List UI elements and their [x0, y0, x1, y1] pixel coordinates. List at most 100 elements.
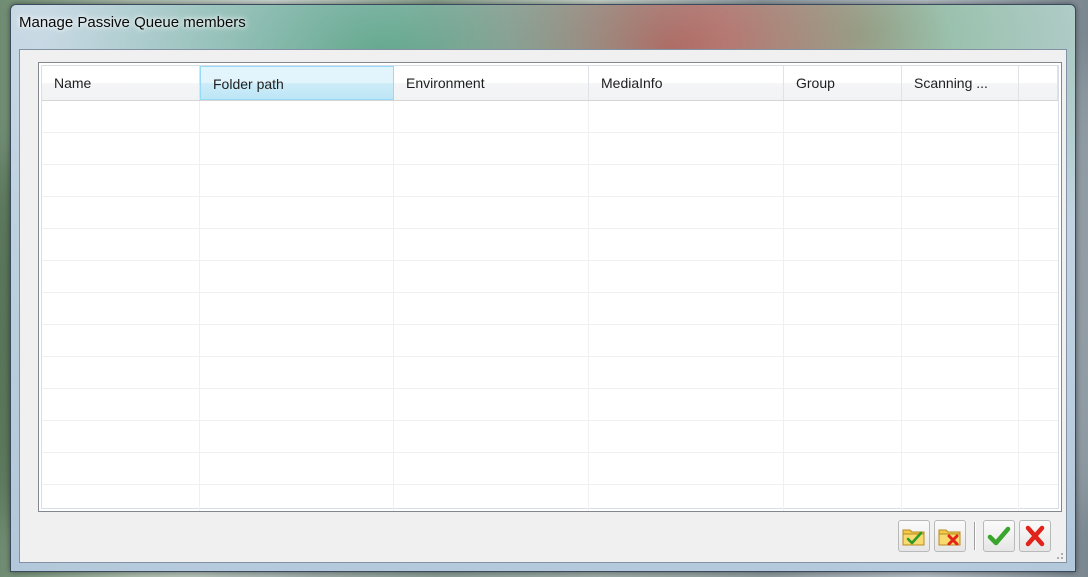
empty-grid-cell: [784, 421, 902, 452]
empty-grid-cell: [784, 389, 902, 420]
empty-grid-row: [42, 357, 1058, 389]
empty-grid-row: [42, 325, 1058, 357]
empty-grid-cell: [42, 357, 200, 388]
empty-grid-cell: [784, 197, 902, 228]
empty-grid-cell: [589, 293, 784, 324]
empty-grid-cell: [1019, 165, 1058, 196]
empty-grid-row: [42, 229, 1058, 261]
remove-folder-button[interactable]: [934, 520, 966, 552]
empty-grid-cell: [42, 229, 200, 260]
empty-grid-cell: [589, 453, 784, 484]
empty-grid-cell: [589, 165, 784, 196]
empty-grid-cell: [1019, 261, 1058, 292]
empty-grid-cell: [902, 485, 1019, 511]
empty-grid-cell: [200, 421, 394, 452]
empty-grid-cell: [902, 357, 1019, 388]
empty-grid-cell: [200, 325, 394, 356]
bottom-toolbar: [898, 520, 1055, 552]
empty-grid-cell: [589, 261, 784, 292]
toolbar-separator: [974, 522, 975, 550]
empty-grid-cell: [200, 453, 394, 484]
empty-grid-cell: [394, 389, 589, 420]
column-header-mediainfo[interactable]: MediaInfo: [589, 66, 784, 100]
empty-grid-cell: [902, 133, 1019, 164]
empty-grid-cell: [394, 133, 589, 164]
empty-grid-cell: [784, 357, 902, 388]
column-header-environment[interactable]: Environment: [394, 66, 589, 100]
empty-grid-cell: [1019, 485, 1058, 511]
empty-grid-cell: [42, 261, 200, 292]
empty-grid-cell: [200, 261, 394, 292]
cancel-button[interactable]: [1019, 520, 1051, 552]
empty-grid-cell: [394, 101, 589, 132]
empty-grid-cell: [42, 485, 200, 511]
empty-grid-row: [42, 389, 1058, 421]
empty-grid-row: [42, 453, 1058, 485]
empty-grid-cell: [1019, 229, 1058, 260]
empty-grid-cell: [394, 453, 589, 484]
empty-grid-cell: [42, 421, 200, 452]
empty-grid-cell: [394, 485, 589, 511]
empty-grid-cell: [200, 389, 394, 420]
column-header-folder-path[interactable]: Folder path: [200, 66, 394, 100]
members-list-view[interactable]: Name Folder path Environment MediaInfo G…: [38, 62, 1062, 512]
empty-grid-cell: [394, 357, 589, 388]
empty-grid-row: [42, 197, 1058, 229]
column-header-scanning[interactable]: Scanning ...: [902, 66, 1019, 100]
empty-grid-cell: [902, 325, 1019, 356]
empty-grid-cell: [42, 293, 200, 324]
green-check-icon: [987, 526, 1011, 546]
empty-grid-cell: [200, 197, 394, 228]
empty-grid-cell: [200, 357, 394, 388]
empty-grid-cell: [200, 229, 394, 260]
empty-grid-cell: [589, 485, 784, 511]
empty-grid-cell: [200, 165, 394, 196]
empty-grid-cell: [42, 325, 200, 356]
empty-grid-cell: [589, 389, 784, 420]
empty-grid-cell: [42, 197, 200, 228]
empty-grid-row: [42, 133, 1058, 165]
column-header-filler: [1019, 66, 1058, 100]
empty-grid-cell: [42, 133, 200, 164]
dialog-client-area: Name Folder path Environment MediaInfo G…: [19, 49, 1067, 563]
empty-grid-cell: [589, 325, 784, 356]
column-header-group[interactable]: Group: [784, 66, 902, 100]
empty-grid-cell: [394, 293, 589, 324]
empty-grid-cell: [394, 261, 589, 292]
empty-grid-cell: [784, 453, 902, 484]
empty-grid-cell: [1019, 293, 1058, 324]
empty-grid-cell: [394, 197, 589, 228]
empty-grid-cell: [394, 421, 589, 452]
empty-grid-cell: [589, 101, 784, 132]
empty-grid-cell: [784, 261, 902, 292]
empty-grid-cell: [784, 325, 902, 356]
empty-grid-row: [42, 101, 1058, 133]
empty-grid-cell: [1019, 325, 1058, 356]
empty-grid-cell: [1019, 453, 1058, 484]
empty-grid-cell: [784, 229, 902, 260]
empty-grid-cell: [1019, 421, 1058, 452]
dialog-window: Manage Passive Queue members Name Folder…: [10, 4, 1076, 572]
empty-grid-cell: [902, 165, 1019, 196]
empty-grid-cell: [394, 165, 589, 196]
empty-grid-row: [42, 261, 1058, 293]
add-folder-button[interactable]: [898, 520, 930, 552]
resize-grip-icon[interactable]: [1052, 548, 1064, 560]
empty-grid-row: [42, 421, 1058, 453]
list-header: Name Folder path Environment MediaInfo G…: [42, 66, 1058, 101]
empty-grid-cell: [902, 261, 1019, 292]
empty-grid-cell: [902, 453, 1019, 484]
empty-grid-cell: [42, 389, 200, 420]
column-header-name[interactable]: Name: [42, 66, 200, 100]
empty-grid-cell: [1019, 197, 1058, 228]
empty-grid-cell: [784, 133, 902, 164]
empty-grid-cell: [589, 197, 784, 228]
empty-grid-cell: [42, 453, 200, 484]
empty-grid-cell: [589, 133, 784, 164]
ok-button[interactable]: [983, 520, 1015, 552]
empty-grid-cell: [394, 325, 589, 356]
empty-grid-cell: [902, 101, 1019, 132]
empty-grid-cell: [200, 133, 394, 164]
empty-grid-row: [42, 165, 1058, 197]
empty-grid-cell: [200, 485, 394, 511]
